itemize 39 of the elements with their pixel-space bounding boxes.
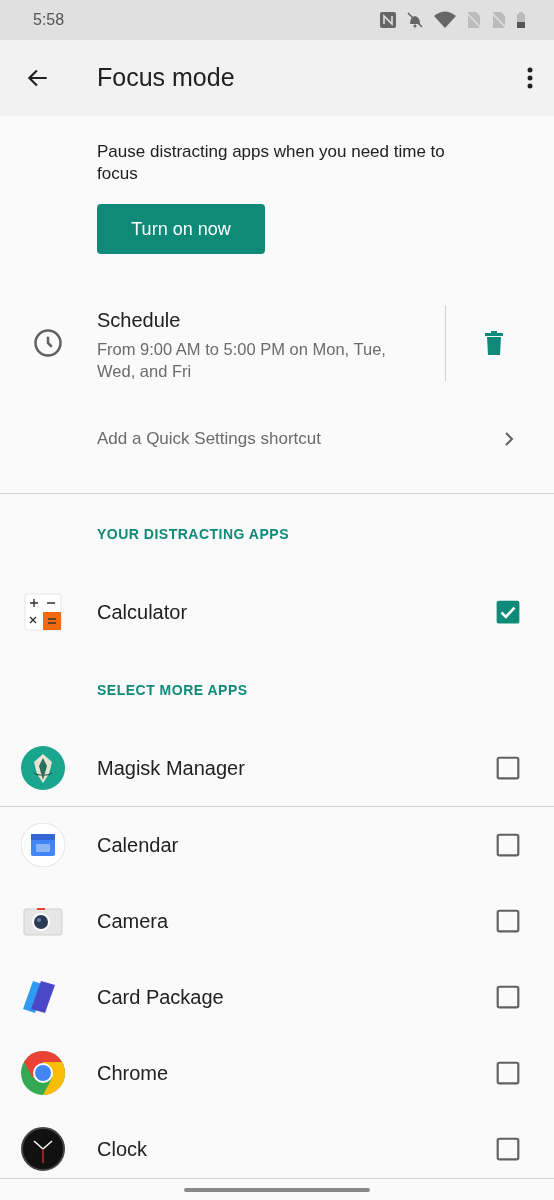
calculator-icon [21, 590, 65, 634]
turn-on-button[interactable]: Turn on now [97, 204, 265, 254]
section-header: YOUR DISTRACTING APPS [97, 524, 289, 544]
nfc-icon [379, 11, 397, 29]
mask-icon [21, 746, 65, 790]
app-name: Camera [97, 909, 170, 934]
checkbox[interactable] [495, 908, 521, 934]
battery-icon [516, 11, 526, 29]
schedule-summary: From 9:00 AM to 5:00 PM on Mon, Tue, Wed, and Fri [97, 338, 387, 382]
trash-icon[interactable] [484, 330, 504, 356]
schedule-title: Schedule [97, 307, 182, 333]
checkbox[interactable] [495, 832, 521, 858]
chevron-right-icon [504, 431, 514, 447]
calendar-icon [21, 823, 65, 867]
no-sim-icon [491, 11, 507, 29]
clock-icon [33, 328, 63, 358]
checkbox[interactable] [495, 599, 521, 625]
checkbox[interactable] [495, 1060, 521, 1086]
wifi-icon [433, 11, 457, 29]
no-sim-icon [466, 11, 482, 29]
app-name: Magisk Manager [97, 756, 246, 781]
clock-icon [21, 1127, 65, 1171]
chrome-icon [21, 1051, 65, 1095]
checkbox[interactable] [495, 1136, 521, 1162]
intro-text: Pause distracting apps when you need time to focus [97, 141, 446, 185]
more-options-icon[interactable] [526, 66, 534, 90]
app-name: Chrome [97, 1061, 170, 1086]
app-name: Calculator [97, 600, 189, 625]
quick-settings-row[interactable]: Add a Quick Settings shortcut [0, 408, 554, 470]
section-header: SELECT MORE APPS [97, 680, 248, 700]
checkbox[interactable] [495, 755, 521, 781]
checkbox[interactable] [495, 984, 521, 1010]
shortcut-label: Add a Quick Settings shortcut [97, 428, 322, 451]
app-name: Clock [97, 1137, 148, 1162]
status-time: 5:58 [33, 10, 66, 30]
screen-title: Focus mode [97, 62, 236, 94]
app-name: Calendar [97, 833, 180, 858]
app-name: Card Package [97, 985, 225, 1010]
bell-off-icon [406, 11, 424, 29]
